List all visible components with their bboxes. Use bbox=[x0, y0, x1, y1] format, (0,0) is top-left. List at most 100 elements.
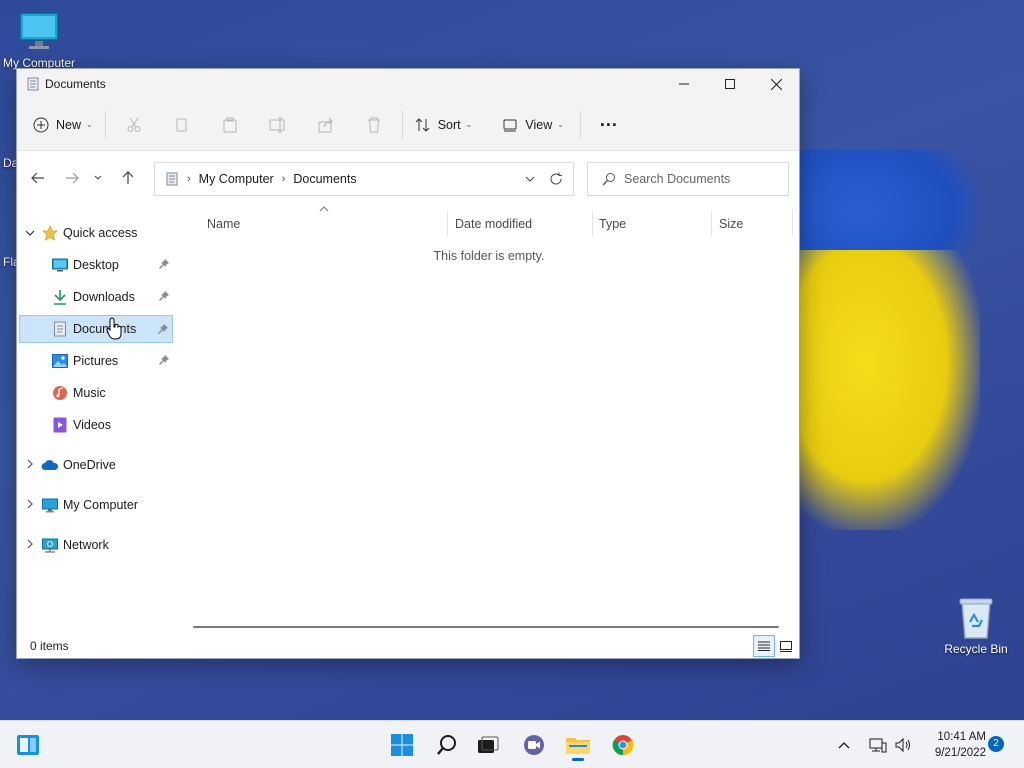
cut-button[interactable] bbox=[110, 109, 158, 141]
chevron-right-icon: › bbox=[281, 173, 286, 185]
desktop-icon-recycle-bin[interactable]: Recycle Bin bbox=[940, 596, 1012, 656]
up-button[interactable] bbox=[113, 163, 143, 193]
horizontal-scrollbar[interactable] bbox=[193, 626, 779, 628]
chevron-right-icon[interactable] bbox=[19, 539, 41, 552]
column-header-type[interactable]: Type bbox=[599, 212, 626, 236]
pin-icon[interactable] bbox=[159, 291, 169, 301]
chevron-down-icon bbox=[94, 175, 102, 180]
pin-icon[interactable] bbox=[159, 259, 169, 269]
nav-item-label: Videos bbox=[73, 418, 111, 432]
column-header-date-modified[interactable]: Date modified bbox=[455, 212, 532, 236]
address-bar[interactable]: › My Computer › Documents bbox=[154, 162, 574, 196]
share-button[interactable] bbox=[302, 109, 350, 141]
scissors-icon bbox=[127, 117, 141, 132]
recent-locations-button[interactable] bbox=[87, 163, 109, 193]
nav-item-desktop[interactable]: Desktop bbox=[19, 251, 173, 279]
file-list[interactable]: Name Date modified Type Size This folder… bbox=[175, 206, 799, 628]
pin-icon[interactable] bbox=[158, 324, 168, 334]
chat-button[interactable] bbox=[514, 729, 554, 761]
chevron-right-icon[interactable] bbox=[19, 459, 41, 472]
file-explorer-taskbar-button[interactable] bbox=[558, 729, 598, 761]
widgets-button[interactable] bbox=[8, 729, 48, 761]
view-button[interactable]: View ⌄ bbox=[494, 109, 572, 141]
rename-button[interactable] bbox=[254, 109, 302, 141]
widgets-icon bbox=[17, 735, 39, 755]
pictures-icon bbox=[51, 353, 69, 369]
chevron-down-icon[interactable] bbox=[19, 228, 41, 239]
toolbar-separator bbox=[579, 110, 581, 139]
column-divider[interactable] bbox=[447, 210, 448, 236]
details-view-button[interactable] bbox=[753, 635, 775, 657]
start-button[interactable] bbox=[382, 729, 422, 761]
forward-button[interactable] bbox=[57, 163, 87, 193]
show-hidden-icons-button[interactable] bbox=[832, 729, 856, 761]
desktop-icon-my-computer[interactable]: My Computer bbox=[2, 10, 76, 70]
music-icon bbox=[51, 385, 69, 401]
column-divider[interactable] bbox=[711, 210, 712, 236]
document-folder-icon bbox=[27, 77, 39, 91]
desktop-icon-label: Recycle Bin bbox=[944, 642, 1008, 656]
nav-item-music[interactable]: Music bbox=[19, 379, 173, 407]
column-header-size[interactable]: Size bbox=[719, 212, 743, 236]
notification-badge[interactable]: 2 bbox=[988, 736, 1004, 752]
column-header-name[interactable]: Name bbox=[207, 212, 240, 236]
large-icons-view-button[interactable] bbox=[775, 635, 797, 657]
status-bar: 0 items bbox=[17, 634, 799, 658]
toolbar-separator bbox=[104, 110, 106, 139]
task-view-button[interactable] bbox=[468, 729, 508, 761]
sort-button[interactable]: Sort ⌄ bbox=[407, 109, 481, 141]
window-title: Documents bbox=[45, 77, 106, 91]
nav-network[interactable]: Network bbox=[19, 531, 173, 559]
search-taskbar-button[interactable] bbox=[427, 729, 467, 761]
maximize-button[interactable] bbox=[707, 69, 753, 99]
nav-item-label: Quick access bbox=[63, 226, 138, 240]
chevron-down-icon[interactable] bbox=[525, 176, 535, 182]
pin-icon[interactable] bbox=[159, 355, 169, 365]
taskbar: 10:41 AM 9/21/2022 bbox=[0, 720, 1024, 768]
nav-onedrive[interactable]: OneDrive bbox=[19, 451, 173, 479]
speaker-icon bbox=[895, 737, 910, 753]
empty-folder-message: This folder is empty. bbox=[433, 249, 545, 263]
column-divider[interactable] bbox=[792, 210, 793, 236]
copy-button[interactable] bbox=[158, 109, 206, 141]
nav-my-computer[interactable]: My Computer bbox=[19, 491, 173, 519]
nav-item-downloads[interactable]: Downloads bbox=[19, 283, 173, 311]
delete-button[interactable] bbox=[350, 109, 398, 141]
breadcrumb-documents[interactable]: Documents bbox=[293, 172, 356, 186]
chrome-button[interactable] bbox=[603, 729, 643, 761]
back-button[interactable] bbox=[23, 163, 53, 193]
close-button[interactable] bbox=[753, 69, 799, 99]
chrome-icon bbox=[612, 735, 634, 756]
nav-item-documents[interactable]: Documents bbox=[19, 315, 173, 343]
file-explorer-window: Documents New ⌄ Sort ⌄ View ⌄ ... › My C… bbox=[16, 68, 800, 659]
monitor-icon bbox=[19, 12, 59, 49]
more-options-button[interactable]: ... bbox=[585, 109, 633, 141]
wallpaper-flag-yellow bbox=[790, 250, 980, 530]
nav-item-videos[interactable]: Videos bbox=[19, 411, 173, 439]
refresh-icon[interactable] bbox=[549, 172, 563, 186]
paste-button[interactable] bbox=[206, 109, 254, 141]
nav-quick-access[interactable]: Quick access bbox=[19, 219, 173, 247]
search-input[interactable] bbox=[624, 172, 784, 186]
search-box[interactable] bbox=[587, 162, 789, 196]
view-layout-icon bbox=[503, 119, 517, 131]
volume-button[interactable] bbox=[892, 729, 916, 761]
clipboard-icon bbox=[223, 117, 237, 132]
network-status-button[interactable] bbox=[866, 729, 890, 761]
minimize-button[interactable] bbox=[661, 69, 707, 99]
maximize-icon bbox=[725, 79, 735, 89]
nav-item-label: Network bbox=[63, 538, 109, 552]
chevron-down-icon: ⌄ bbox=[86, 120, 93, 129]
network-status-icon bbox=[869, 738, 887, 753]
column-divider[interactable] bbox=[592, 210, 593, 236]
breadcrumb-my-computer[interactable]: My Computer bbox=[199, 172, 274, 186]
new-button[interactable]: New ⌄ bbox=[25, 109, 101, 141]
copy-icon bbox=[176, 118, 187, 131]
chevron-right-icon[interactable] bbox=[19, 499, 41, 512]
chevron-down-icon: ⌄ bbox=[465, 120, 473, 129]
nav-item-pictures[interactable]: Pictures bbox=[19, 347, 173, 375]
title-bar[interactable]: Documents bbox=[17, 69, 799, 99]
desktop-icon bbox=[51, 257, 69, 273]
clock[interactable]: 10:41 AM 9/21/2022 bbox=[920, 729, 986, 761]
arrow-up-icon bbox=[122, 171, 134, 184]
